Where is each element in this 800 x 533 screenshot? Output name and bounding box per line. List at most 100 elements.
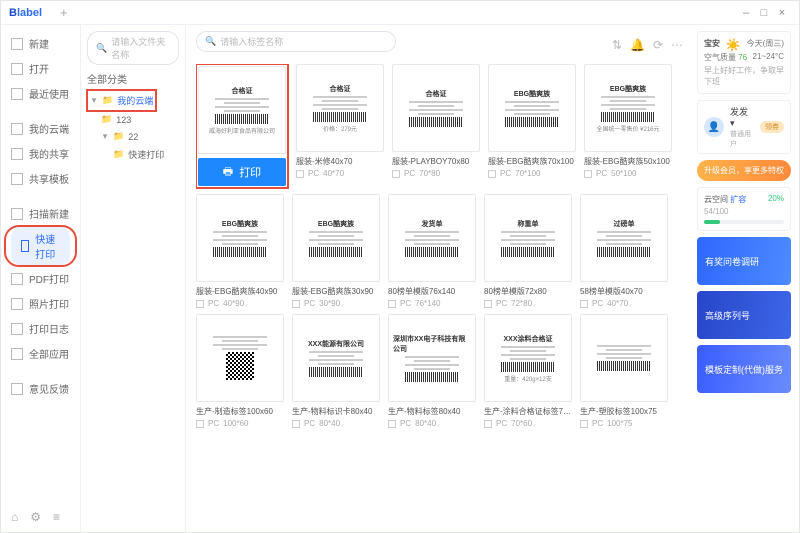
barcode-icon <box>309 247 364 257</box>
template-thumbnail: 合格证 <box>392 64 480 152</box>
template-thumbnail: EBG酷爽族全国统一零售价 ¥216元 <box>584 64 672 152</box>
title-bar: Blabel + – □ × <box>1 1 799 25</box>
app-window: Blabel + – □ × 新建 打开 最近使用 我的云端 我的共享 共享模板… <box>0 0 800 533</box>
template-card[interactable]: EBG酷爽族全国统一零售价 ¥216元服装-EBG酷爽族50x100PC50*1… <box>584 64 672 188</box>
nav-photo-print[interactable]: 照片打印 <box>1 291 80 316</box>
home-icon[interactable]: ⌂ <box>11 510 18 524</box>
barcode-icon <box>405 372 460 382</box>
template-card[interactable]: 称重单80榜单模版72x80PC72*80 <box>484 194 572 308</box>
tree-root-label[interactable]: 全部分类 <box>87 71 179 86</box>
window-close[interactable]: × <box>773 7 791 19</box>
promo-custom-template[interactable]: 模板定制(代做)服务 <box>697 345 791 393</box>
barcode-icon <box>405 247 460 257</box>
template-name: 生产-物料标识卡80x40 <box>292 406 380 417</box>
device-icon <box>388 300 396 308</box>
thumb-title: 深圳市XX电子科技有限公司 <box>393 334 471 354</box>
device-icon <box>484 420 492 428</box>
menu-icon[interactable]: ≡ <box>53 510 60 524</box>
nav-pdf-print[interactable]: PDF打印 <box>1 266 80 291</box>
template-card[interactable]: 深圳市XX电子科技有限公司生产-物料标签80x40 PC80*40 <box>388 314 476 428</box>
template-card[interactable]: 过磅单58榜单模版40x70PC40*70 <box>580 194 668 308</box>
pdf-icon <box>11 273 23 285</box>
avatar: 👤 <box>704 117 724 137</box>
promo-serial[interactable]: 高级序列号 <box>697 291 791 339</box>
device-icon <box>488 170 496 178</box>
template-card[interactable]: 合格证服装-PLAYBOY70x80PC70*80 <box>392 64 480 188</box>
thumb-title: 过磅单 <box>614 219 635 229</box>
template-thumbnail: XXX能源有限公司 <box>292 314 380 402</box>
device-icon <box>292 300 300 308</box>
tree-node-quick-print[interactable]: 📁 快速打印 <box>87 145 179 164</box>
barcode-icon <box>501 362 556 372</box>
nav-recent[interactable]: 最近使用 <box>1 81 80 106</box>
log-icon <box>11 323 23 335</box>
print-button[interactable]: 🖶打印 <box>198 158 286 186</box>
search-icon: 🔍 <box>96 43 107 54</box>
device-icon <box>484 300 492 308</box>
device-icon <box>580 420 588 428</box>
promo-survey[interactable]: 有奖问卷调研 <box>697 237 791 285</box>
template-card[interactable]: 合格证威海好利亚食品有限公司 🖶打印 <box>198 66 286 186</box>
sort-icon[interactable]: ⇅ <box>612 38 622 52</box>
thumb-title: 合格证 <box>232 86 253 96</box>
nav-my-share[interactable]: 我的共享 <box>1 141 80 166</box>
template-card[interactable]: 发货单80榜单模版76x140PC76*140 <box>388 194 476 308</box>
nav-scan-new[interactable]: 扫描新建 <box>1 201 80 226</box>
bell-icon[interactable]: 🔔 <box>630 38 645 52</box>
template-thumbnail: EBG酷爽族 <box>292 194 380 282</box>
nav-feedback[interactable]: 意见反馈 <box>1 376 80 401</box>
template-meta: PC70*80 <box>392 169 480 178</box>
template-meta: PC40*90 <box>196 299 284 308</box>
chevron-down-icon: ▾ <box>90 95 98 106</box>
window-maximize[interactable]: □ <box>755 7 773 19</box>
upgrade-button[interactable]: 升级会员，享更多特权 <box>697 160 791 181</box>
nav-open[interactable]: 打开 <box>1 56 80 81</box>
folder-icon <box>11 63 23 75</box>
tree-node-my-cloud[interactable]: ▾📁 我的云端 <box>88 91 155 110</box>
template-thumbnail: 合格证威海好利亚食品有限公司 <box>198 66 286 154</box>
folder-search-placeholder: 请输入文件夹名称 <box>111 35 170 61</box>
template-card[interactable]: XXX能源有限公司生产-物料标识卡80x40PC80*40 <box>292 314 380 428</box>
template-card[interactable]: 生产-塑胶标签100x75PC100*75 <box>580 314 668 428</box>
printer-icon: 🖶 <box>223 163 233 182</box>
user-card[interactable]: 👤 发发 ▾ 普通用户 领券 <box>697 100 791 154</box>
template-card[interactable]: EBG酷爽族服装-EBG酷爽族70x100PC70*100 <box>488 64 576 188</box>
expand-storage-link[interactable]: 扩容 <box>730 195 746 204</box>
template-card[interactable]: EBG酷爽族服装-EBG酷爽族30x90PC30*90 <box>292 194 380 308</box>
template-card[interactable]: EBG酷爽族服装-EBG酷爽族40x90PC40*90 <box>196 194 284 308</box>
template-grid: 合格证威海好利亚食品有限公司 🖶打印合格证价格：279元服装-米修40x70PC4… <box>196 64 683 526</box>
more-icon[interactable]: ⋯ <box>671 38 683 52</box>
template-name: 80榜单模版76x140 <box>388 286 476 297</box>
refresh-icon[interactable]: ⟳ <box>653 38 663 52</box>
template-thumbnail <box>580 314 668 402</box>
nav-all-apps[interactable]: 全部应用 <box>1 341 80 366</box>
storage-used: 54/100 <box>704 207 784 216</box>
template-meta: PC70*100 <box>488 169 576 178</box>
barcode-icon <box>313 112 368 122</box>
folder-tree: 🔍 请输入文件夹名称 全部分类 ▾📁 我的云端 📁 123 ▾📁 22 📁 快速… <box>81 25 186 532</box>
tree-node-123[interactable]: 📁 123 <box>87 111 179 128</box>
template-card[interactable]: 合格证价格：279元服装-米修40x70PC40*70 <box>296 64 384 188</box>
template-search-placeholder: 请输入标签名称 <box>220 35 283 48</box>
folder-search[interactable]: 🔍 请输入文件夹名称 <box>87 31 179 65</box>
coupon-badge[interactable]: 领券 <box>760 121 784 133</box>
nav-shared-templates[interactable]: 共享模板 <box>1 166 80 191</box>
nav-new[interactable]: 新建 <box>1 31 80 56</box>
nav-print-log[interactable]: 打印日志 <box>1 316 80 341</box>
template-meta: PC80*40 <box>388 419 476 428</box>
template-name: 服装-米修40x70 <box>296 156 384 167</box>
settings-icon[interactable]: ⚙ <box>30 510 41 524</box>
nav-quick-print[interactable]: 快速打印 <box>11 226 70 266</box>
template-name: 生产-物料标签80x40 <box>388 406 476 417</box>
template-search[interactable]: 🔍 请输入标签名称 <box>196 31 396 52</box>
template-name: 生产-制造标签100x60 <box>196 406 284 417</box>
weather-widget: 宝安 ☀️ 今天(周三) 空气质量 76 21~24°C 早上好好工作，争取早下… <box>697 31 791 94</box>
right-sidebar: 宝安 ☀️ 今天(周三) 空气质量 76 21~24°C 早上好好工作，争取早下… <box>689 25 799 532</box>
template-card[interactable]: 生产-制造标签100x60PC100*60 <box>196 314 284 428</box>
nav-my-cloud[interactable]: 我的云端 <box>1 116 80 141</box>
device-icon <box>196 420 204 428</box>
new-tab-button[interactable]: + <box>60 5 68 20</box>
template-card[interactable]: XXX涂料合格证重量：420g×12支生产-涂料合格证标签70x60PC70*6… <box>484 314 572 428</box>
tree-node-22[interactable]: ▾📁 22 <box>87 128 179 145</box>
window-minimize[interactable]: – <box>737 7 755 19</box>
